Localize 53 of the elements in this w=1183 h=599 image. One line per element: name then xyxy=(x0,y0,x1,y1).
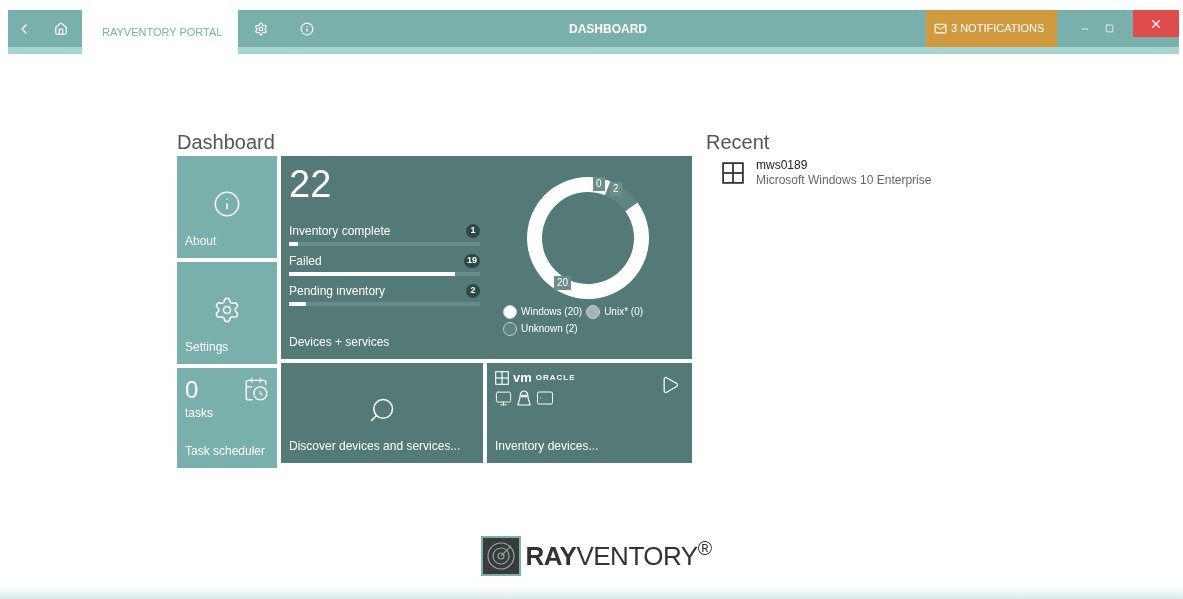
status-count: 2 xyxy=(466,284,480,298)
tile-label: Task scheduler xyxy=(185,443,267,460)
logo-text: RAYVENTORY$^{®}$ xyxy=(525,536,712,573)
tile-label: Discover devices and services... xyxy=(289,438,462,455)
recent-heading: Recent xyxy=(706,130,771,154)
tile-label: Devices + services xyxy=(289,334,391,351)
vm-logo: vm xyxy=(513,371,532,385)
device-total: 22 xyxy=(289,164,333,204)
status-label: Pending inventory xyxy=(289,283,386,300)
windows-icon xyxy=(495,371,509,385)
devices-tile[interactable]: 22 Inventory complete 1 Failed 19 Pending inventory 2 Devices + services 0 2 20 Windows (20) Unix* (0) Unknown (2) xyxy=(281,156,692,359)
maximize-icon xyxy=(1104,24,1114,33)
slice-label: 20 xyxy=(554,276,572,290)
mail-icon xyxy=(934,22,947,35)
close-button[interactable] xyxy=(1133,10,1179,37)
tile-label: Settings xyxy=(185,339,230,356)
dashboard-heading: Dashboard xyxy=(177,130,276,154)
info-icon xyxy=(213,190,241,218)
radar-icon xyxy=(481,536,522,576)
about-tile[interactable]: About xyxy=(177,156,277,258)
legend-label: Windows (20) xyxy=(521,305,583,319)
status-count: 19 xyxy=(464,254,480,268)
discover-tile[interactable]: Discover devices and services... xyxy=(281,363,483,463)
recent-item[interactable]: mws0189 Microsoft Windows 10 Enterprise xyxy=(722,158,932,188)
status-count: 1 xyxy=(466,224,480,238)
status-label: Inventory complete xyxy=(289,223,391,240)
task-count: 0 xyxy=(185,376,199,404)
window-title: DASHBOARD xyxy=(568,20,648,38)
inventory-tile[interactable]: vm ORACLE Inventory devices... xyxy=(487,363,692,463)
tab[interactable]: RAYVENTORY PORTAL xyxy=(82,10,238,54)
task-unit: tasks xyxy=(185,405,214,422)
task-scheduler-tile[interactable]: 0 tasks Task scheduler xyxy=(177,368,277,468)
monitor-icon xyxy=(495,389,512,407)
search-icon xyxy=(368,396,396,424)
tile-label: About xyxy=(185,233,218,250)
notifications-button[interactable]: 3 NOTIFICATIONS xyxy=(926,10,1057,47)
calendar-clock-icon xyxy=(243,376,269,402)
status-label: Failed xyxy=(289,253,322,270)
info-icon xyxy=(300,21,314,36)
device-name: mws0189 xyxy=(756,158,809,173)
oracle-logo: ORACLE xyxy=(535,372,576,384)
settings-icon xyxy=(213,296,241,324)
home-icon xyxy=(54,21,68,36)
legend-label: Unix* (0) xyxy=(604,305,644,319)
tile-label: Inventory devices... xyxy=(495,438,600,455)
settings-icon xyxy=(254,21,268,36)
tablet-icon xyxy=(536,389,554,407)
settings-tile[interactable]: Settings xyxy=(177,262,277,364)
slice-label: 0 xyxy=(593,177,605,191)
legend-label: Unknown (2) xyxy=(521,322,578,336)
windows-icon xyxy=(722,162,744,184)
device-os: Microsoft Windows 10 Enterprise xyxy=(756,173,932,188)
slice-label: 2 xyxy=(610,182,622,196)
